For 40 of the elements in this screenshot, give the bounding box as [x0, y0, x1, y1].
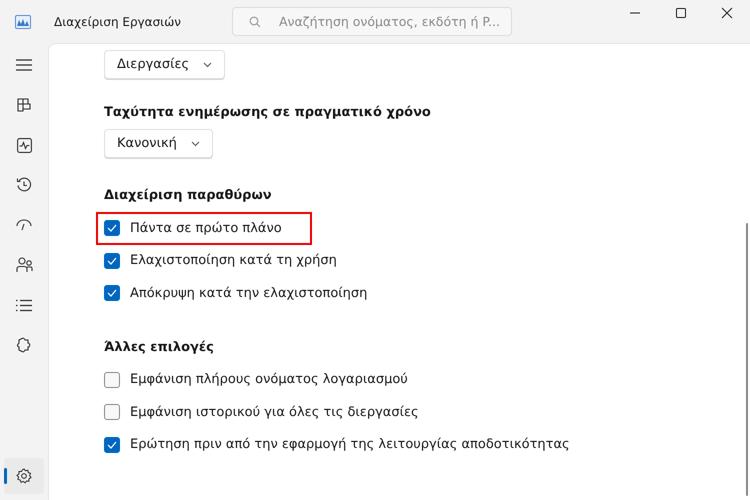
users-icon — [16, 257, 32, 273]
dropdown[interactable]: Διεργασίες — [104, 50, 226, 79]
checkbox-label: Ελαχιστοποίηση κατά τη χρήση — [130, 253, 337, 268]
window-title: Διαχείριση Εργασιών — [54, 14, 182, 28]
checkbox[interactable] — [104, 252, 120, 269]
checkmark-icon — [107, 289, 117, 298]
pulse-icon — [16, 138, 32, 152]
puzzle-icon — [16, 337, 32, 353]
checkmark-icon — [107, 224, 117, 232]
checkbox[interactable] — [104, 404, 120, 420]
app-icon — [15, 14, 31, 28]
list-icon — [16, 298, 32, 312]
checkbox-label: Πάντα σε πρώτο πλάνο — [130, 220, 282, 236]
checkbox-label: Εμφάνιση ιστορικού για όλες τις διεργασίες — [130, 404, 419, 420]
section-heading: Άλλες επιλογές — [104, 340, 215, 354]
menu-icon — [16, 58, 32, 72]
search-field[interactable]: Αναζήτηση ονόματος, εκδότη ή P... — [232, 7, 512, 36]
history-icon — [16, 177, 32, 193]
sidebar-item[interactable] — [4, 458, 44, 494]
scrollbar[interactable] — [746, 223, 748, 496]
search-icon — [249, 16, 261, 28]
checkbox-label: Απόκρυψη κατά την ελαχιστοποίηση — [130, 286, 368, 301]
chevron-down-icon — [190, 140, 200, 146]
checkbox[interactable] — [104, 285, 120, 302]
gauge-icon — [16, 219, 32, 231]
close-icon — [721, 6, 733, 18]
checkmark-icon — [107, 256, 117, 265]
checkbox[interactable] — [104, 372, 120, 388]
settings-icon — [16, 468, 32, 484]
maximize-icon — [675, 6, 687, 18]
checkbox-label: Εμφάνιση πλήρους ονόματος λογαριασμού — [130, 372, 408, 388]
section-heading: Διαχείριση παραθύρων — [104, 188, 273, 203]
checkmark-icon — [107, 440, 117, 449]
checkbox[interactable] — [104, 220, 120, 236]
checkbox-label: Ερώτηση πριν από την εφαρμογή της λειτουργίας αποδοτικότητας — [130, 437, 570, 452]
checkbox[interactable] — [104, 436, 120, 453]
section-heading: Ταχύτητα ενημέρωσης σε πραγματικό χρόνο — [104, 105, 432, 120]
chevron-down-icon — [203, 62, 212, 68]
grid-icon — [17, 98, 31, 112]
dropdown[interactable]: Κανονική — [104, 129, 213, 158]
